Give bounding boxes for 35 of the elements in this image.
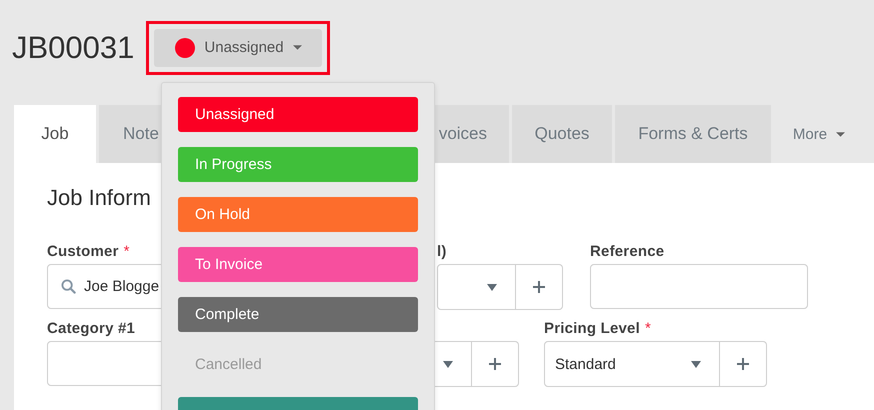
caret-icon	[443, 360, 453, 368]
field-label: Reference	[590, 243, 664, 260]
required-mark: *	[124, 243, 130, 260]
select-field[interactable]	[437, 264, 516, 310]
select-field[interactable]: Standard	[544, 341, 720, 387]
status-option[interactable]: On Hold	[178, 197, 418, 232]
caret-icon	[487, 284, 497, 290]
plus-icon	[489, 358, 501, 370]
field-label: Customer	[47, 243, 119, 260]
status-option[interactable]: Unassigned	[178, 97, 418, 132]
tab[interactable]: Quotes	[512, 105, 612, 163]
add-button[interactable]	[720, 341, 767, 387]
status-option[interactable]: Complete	[178, 297, 418, 332]
required-mark: *	[644, 320, 651, 337]
status-option[interactable]: In Progress	[178, 147, 418, 182]
caret-icon	[292, 45, 302, 50]
status-option[interactable]: Cancelled	[178, 347, 418, 382]
section-title: Job Inform	[47, 185, 152, 211]
caret-icon	[691, 360, 701, 368]
tab[interactable]: Job	[14, 105, 96, 163]
add-button[interactable]	[472, 341, 519, 387]
plus-icon	[737, 358, 749, 370]
tab[interactable]: More	[774, 105, 864, 163]
field-label: Category #1	[47, 320, 136, 337]
status-option[interactable]: To Invoice	[178, 247, 418, 282]
job-number: JB00031	[12, 30, 134, 66]
tab[interactable]: Forms & Certs	[615, 105, 771, 163]
add-button[interactable]	[516, 264, 563, 310]
field-label: Pricing Level	[544, 320, 640, 337]
search-icon	[61, 279, 76, 294]
field-label: l)	[437, 243, 447, 260]
plus-icon	[533, 281, 545, 293]
status-dropdown-button[interactable]: Unassigned	[154, 28, 322, 66]
caret-icon	[836, 132, 846, 136]
text-field[interactable]	[590, 264, 808, 309]
